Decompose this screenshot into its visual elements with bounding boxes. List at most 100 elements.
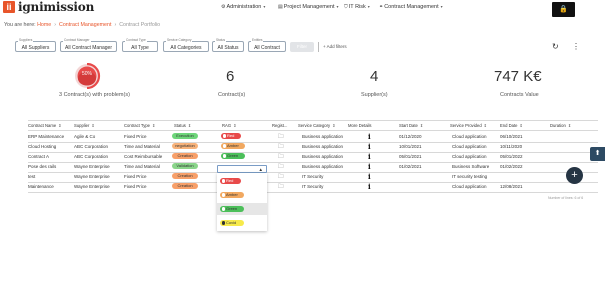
cell-supplier: Wayne Enterprise <box>74 174 110 179</box>
arrow-up-icon: ⬆ <box>594 150 601 157</box>
row-divider <box>28 191 598 192</box>
cell-supplier: Agile & Co <box>74 134 96 139</box>
breadcrumb-current: Contract Portfolio <box>119 22 161 28</box>
cell-service-provided: Cloud application <box>452 144 487 149</box>
breadcrumb-home[interactable]: Home <box>37 22 51 28</box>
cell-service-category: Business application <box>302 144 344 149</box>
lock-button[interactable]: 🔒 <box>552 2 575 17</box>
row-divider <box>28 171 598 172</box>
rag-badge[interactable]: Amber <box>221 143 245 149</box>
sort-icon: ⇕ <box>519 123 523 128</box>
info-icon[interactable]: i <box>368 172 371 181</box>
rag-option-covid[interactable]: Covid <box>217 217 267 229</box>
cell-start-date: 10/01/2021 <box>399 144 422 149</box>
nav-project-management[interactable]: ▤Project Management ▾ <box>278 4 339 10</box>
rag-badge[interactable]: Green <box>221 153 245 159</box>
contracts-value-caption: Contracts Value <box>500 92 539 98</box>
cell-supplier: ABC Corporation <box>74 144 109 149</box>
info-icon[interactable]: i <box>368 162 371 171</box>
col-supplier[interactable]: Supplier ⇕ <box>74 123 95 128</box>
info-icon[interactable]: i <box>368 152 371 161</box>
logo-icon[interactable]: ii <box>3 1 15 13</box>
divider <box>28 130 598 131</box>
breadcrumb-contract-management[interactable]: Contract Management <box>59 22 111 28</box>
more-vertical-icon[interactable]: ⋮ <box>572 42 580 51</box>
folder-icon[interactable]: 🗀 <box>278 153 284 162</box>
cell-contract-name[interactable]: Contract A <box>28 154 49 159</box>
cell-service-category: Business application <box>302 164 344 169</box>
circle-icon <box>221 179 225 183</box>
info-icon[interactable]: i <box>368 142 371 151</box>
filter-service-category[interactable]: Service Category All Categories <box>163 38 209 52</box>
scroll-top-tab[interactable]: ⬆ <box>590 147 605 161</box>
filter-contract-manager[interactable]: Contract Manager All Contract Manager <box>60 38 117 52</box>
col-end-date[interactable]: End Date ⇕ <box>500 123 523 128</box>
sort-icon: ⇕ <box>91 123 95 128</box>
status-badge[interactable]: Validation <box>172 163 198 169</box>
col-status[interactable]: Status ⇕ <box>174 123 191 128</box>
folder-icon[interactable]: 🗀 <box>278 163 284 172</box>
cell-end-date: 12/08/2021 <box>500 184 523 189</box>
cell-contract-name[interactable]: Cloud Hosting <box>28 144 56 149</box>
nav-it-risk[interactable]: ⛉IT Risk ▾ <box>344 4 370 10</box>
rag-option-green[interactable]: Green <box>217 203 267 215</box>
cell-supplier: Wayne Enterprise <box>74 164 110 169</box>
col-start-date[interactable]: Start Date ⇕ <box>399 123 423 128</box>
cell-service-provided: Cloud application <box>452 154 487 159</box>
sort-icon: ⇕ <box>332 123 336 128</box>
folder-icon[interactable]: 🗀 <box>278 143 284 152</box>
info-icon[interactable]: i <box>368 132 371 141</box>
problem-gauge: 50% <box>75 63 101 89</box>
refresh-icon[interactable]: ↻ <box>552 42 559 51</box>
col-register[interactable]: Regist... <box>272 123 287 128</box>
cell-end-date: 06/10/2021 <box>500 134 523 139</box>
cell-supplier: Wayne Enterprise <box>74 184 110 189</box>
info-icon[interactable]: i <box>368 182 371 191</box>
contracts-value: 747 K€ <box>494 68 542 85</box>
handshake-icon: ⚭ <box>379 4 384 10</box>
col-service-provided[interactable]: Service Provided ⇕ <box>450 123 487 128</box>
rag-option-amber[interactable]: Amber <box>217 189 267 201</box>
filter-status[interactable]: Status All Status <box>212 38 244 52</box>
col-contract-type[interactable]: Contract Type ⇕ <box>124 123 155 128</box>
col-contract-name[interactable]: Contract Name ⇕ <box>28 123 62 128</box>
filter-button[interactable]: Filter <box>290 42 314 52</box>
folder-icon[interactable]: 🗀 <box>278 133 284 142</box>
col-more-details: More Details <box>348 123 372 128</box>
cell-service-provided: IT security testing <box>452 174 488 179</box>
col-duration[interactable]: Duration ⇕ <box>550 123 571 128</box>
gauge-value: 50% <box>82 71 93 77</box>
cell-supplier: ABC Corporation <box>74 154 109 159</box>
status-badge[interactable]: Execution <box>172 133 198 139</box>
status-badge[interactable]: negotiation <box>172 143 198 149</box>
cell-contract-name[interactable]: ERP Maintenance <box>28 134 64 139</box>
filter-suppliers[interactable]: Suppliers All Suppliers <box>15 38 56 52</box>
nav-administration[interactable]: ⚙Administration ▾ <box>221 4 265 10</box>
status-badge[interactable]: Creation <box>172 153 198 159</box>
filter-contract-type[interactable]: Contract Type All Type <box>122 38 158 52</box>
sort-icon: ⇕ <box>187 123 192 128</box>
document-icon: ▤ <box>278 4 283 10</box>
rag-badge[interactable]: Red <box>221 133 241 139</box>
folder-icon[interactable]: 🗀 <box>278 183 284 192</box>
col-rag[interactable]: RAG ⇕ <box>222 123 236 128</box>
plus-icon: + <box>323 44 326 49</box>
row-divider <box>28 151 598 152</box>
cell-contract-type: Fixed Price <box>124 134 147 139</box>
rag-select[interactable]: ▲ <box>217 165 267 173</box>
col-service-category[interactable]: Service Category ⇕ <box>298 123 335 128</box>
cell-start-date: 01/12/2020 <box>399 134 422 139</box>
add-filters-button[interactable]: + Add filters <box>323 44 347 49</box>
add-contract-button[interactable]: + <box>566 167 583 184</box>
row-divider <box>28 181 598 182</box>
rag-option-red[interactable]: Red <box>217 175 267 187</box>
status-badge[interactable]: Creation <box>172 173 198 179</box>
app-logo-text[interactable]: ignimission <box>18 0 94 14</box>
filter-entities[interactable]: Entities All Contract <box>248 38 286 52</box>
nav-contract-management[interactable]: ⚭Contract Management ▾ <box>379 4 443 10</box>
cell-contract-name[interactable]: test <box>28 174 35 179</box>
folder-icon[interactable]: 🗀 <box>278 173 284 182</box>
cell-contract-name[interactable]: Maintenance <box>28 184 54 189</box>
status-badge[interactable]: Creation <box>172 183 198 189</box>
cell-contract-name[interactable]: Pose des rails <box>28 164 56 169</box>
